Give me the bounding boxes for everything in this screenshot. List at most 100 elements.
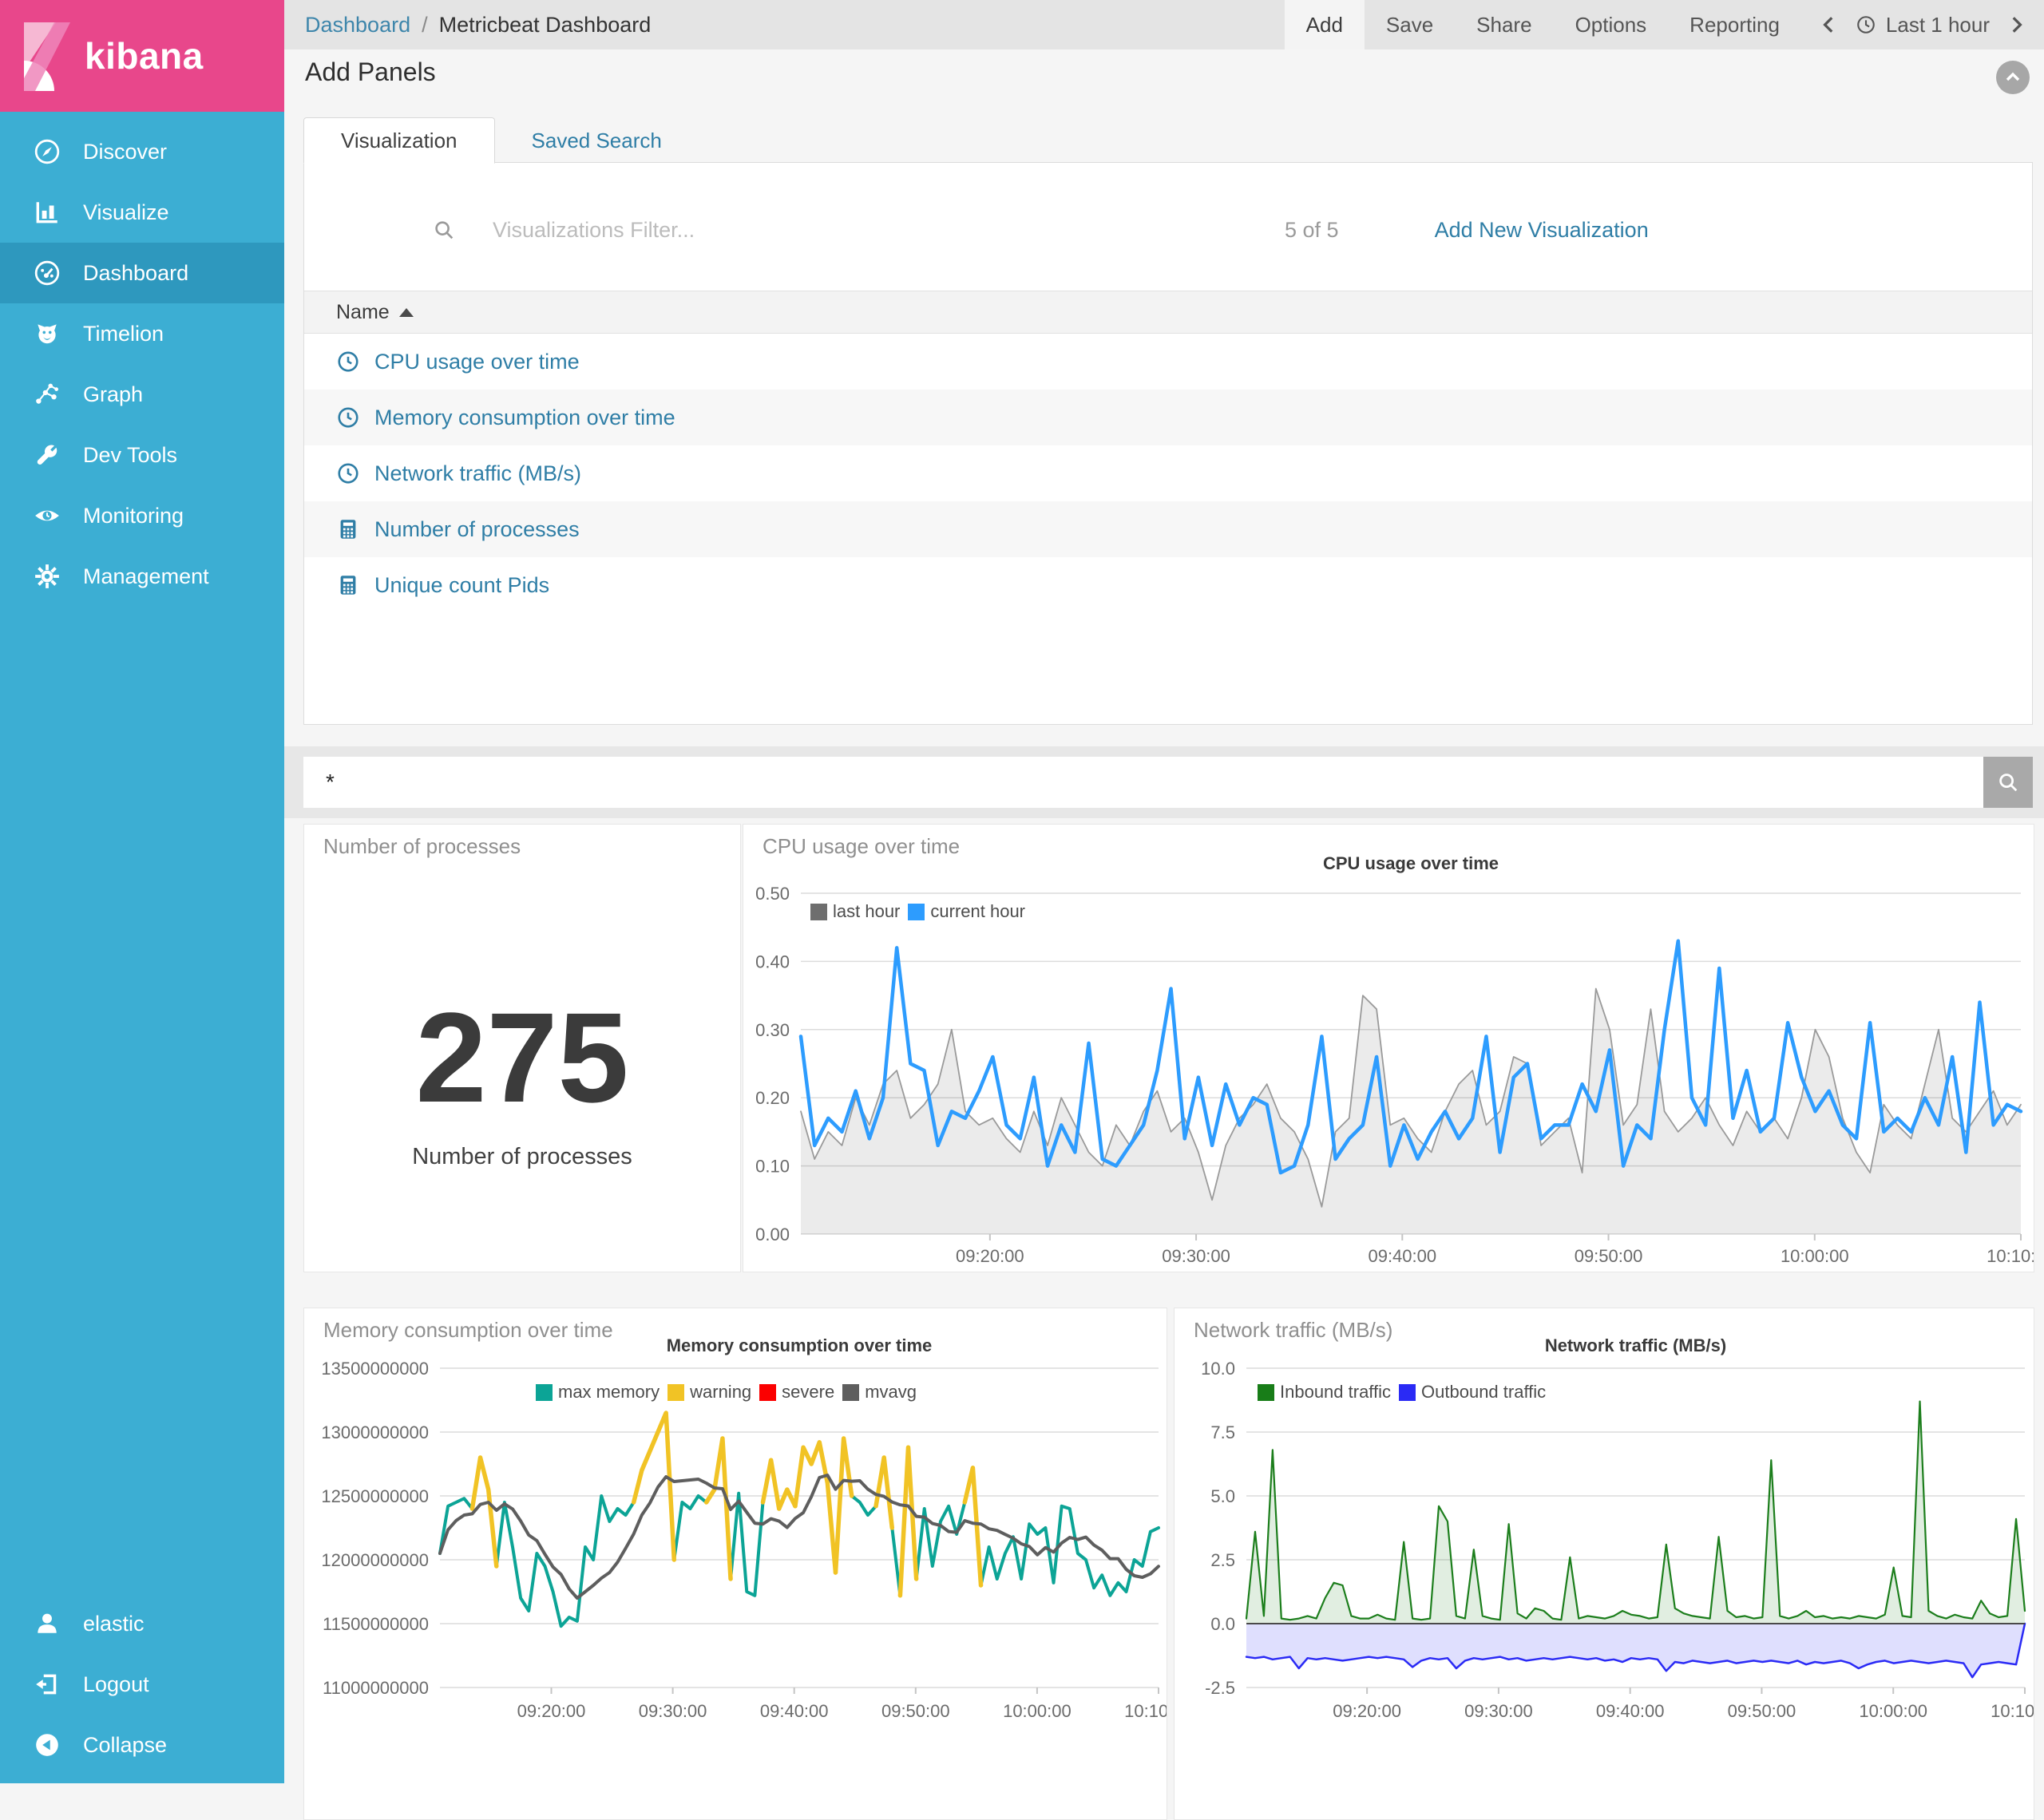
topnav-save-button[interactable]: Save	[1365, 0, 1455, 49]
sidebar-item-graph[interactable]: Graph	[0, 364, 284, 425]
svg-text:10:10:00: 10:10:00	[1987, 1246, 2034, 1266]
calculator-icon	[336, 573, 360, 597]
sidebar-item-label: elastic	[83, 1612, 145, 1636]
network-legend: Inbound traffic Outbound traffic	[1258, 1382, 1554, 1403]
breadcrumb-dashboard[interactable]: Dashboard	[305, 13, 410, 38]
svg-text:09:30:00: 09:30:00	[1162, 1246, 1230, 1266]
topnav-options-button[interactable]: Options	[1554, 0, 1669, 49]
add-new-visualization-link[interactable]: Add New Visualization	[1435, 218, 1649, 243]
sort-ascending-icon	[399, 308, 414, 317]
sidebar-item-collapse[interactable]: Collapse	[0, 1715, 284, 1775]
sidebar-item-visualize[interactable]: Visualize	[0, 182, 284, 243]
svg-text:10.0: 10.0	[1201, 1359, 1235, 1379]
visualization-count: 5 of 5	[1285, 218, 1339, 243]
collapse-panel-button[interactable]	[1996, 61, 2030, 94]
sidebar-item-logout[interactable]: Logout	[0, 1654, 284, 1715]
visualization-list-item[interactable]: CPU usage over time	[304, 334, 2032, 390]
page-title: Add Panels	[305, 57, 436, 87]
sidebar-item-label: Logout	[83, 1672, 149, 1697]
sidebar-item-monitoring[interactable]: Monitoring	[0, 485, 284, 546]
memory-legend: max memory warning severe mvavg	[536, 1382, 925, 1403]
svg-text:0.0: 0.0	[1210, 1614, 1235, 1634]
svg-text:09:30:00: 09:30:00	[1464, 1701, 1533, 1721]
topnav-add-button[interactable]: Add	[1285, 0, 1365, 49]
legend-label: mvavg	[865, 1382, 917, 1403]
legend-item: warning	[667, 1382, 751, 1403]
panel-number-of-processes: Number of processes 275 Number of proces…	[303, 824, 741, 1272]
sidebar-item-dashboard[interactable]: Dashboard	[0, 243, 284, 303]
query-search-button[interactable]	[1983, 757, 2033, 808]
sidebar-item-label: Management	[83, 564, 209, 589]
eye-icon	[34, 502, 61, 529]
sidebar-item-management[interactable]: Management	[0, 546, 284, 607]
legend-item: last hour	[810, 901, 900, 922]
svg-text:13000000000: 13000000000	[321, 1422, 429, 1442]
svg-text:12000000000: 12000000000	[321, 1550, 429, 1570]
user-icon	[34, 1610, 61, 1637]
visualization-link[interactable]: Memory consumption over time	[374, 406, 675, 430]
time-picker: Last 1 hour	[1801, 0, 2044, 49]
tab-saved-search[interactable]: Saved Search	[495, 118, 699, 163]
sidebar-item-label: Dashboard	[83, 261, 188, 286]
sidebar-item-label: Monitoring	[83, 504, 184, 528]
sidebar-item-timelion[interactable]: Timelion	[0, 303, 284, 364]
sidebar-item-label: Timelion	[83, 322, 164, 346]
legend-item: mvavg	[842, 1382, 917, 1403]
visualization-list-item[interactable]: Network traffic (MB/s)	[304, 445, 2032, 501]
visualization-link[interactable]: CPU usage over time	[374, 350, 580, 374]
svg-text:0.30: 0.30	[755, 1020, 790, 1040]
timelion-icon	[34, 320, 61, 347]
svg-text:09:50:00: 09:50:00	[1728, 1701, 1796, 1721]
legend-label: Inbound traffic	[1280, 1382, 1391, 1403]
visualization-list-item[interactable]: Unique count Pids	[304, 557, 2032, 613]
topnav-reporting-button[interactable]: Reporting	[1668, 0, 1801, 49]
svg-text:2.5: 2.5	[1210, 1550, 1235, 1570]
legend-label: max memory	[558, 1382, 660, 1403]
list-header[interactable]: Name	[304, 291, 2032, 334]
time-back-button[interactable]	[1816, 0, 1843, 49]
add-panels-card: VisualizationSaved Search 5 of 5 Add New…	[303, 117, 2033, 725]
visualization-link[interactable]: Network traffic (MB/s)	[374, 461, 581, 486]
legend-label: severe	[782, 1382, 834, 1403]
svg-text:10:00:00: 10:00:00	[1859, 1701, 1927, 1721]
visualizations-filter-input[interactable]	[491, 217, 1229, 243]
legend-swatch	[536, 1384, 553, 1401]
compass-icon	[34, 138, 61, 165]
main-area: Dashboard / Metricbeat Dashboard AddSave…	[284, 0, 2044, 1783]
query-input[interactable]	[303, 757, 1983, 808]
legend-item: current hour	[908, 901, 1025, 922]
visualization-link[interactable]: Unique count Pids	[374, 573, 549, 598]
svg-text:10:00:00: 10:00:00	[1781, 1246, 1849, 1266]
topnav-share-button[interactable]: Share	[1455, 0, 1553, 49]
sidebar-item-discover[interactable]: Discover	[0, 121, 284, 182]
visualization-list-item[interactable]: Memory consumption over time	[304, 390, 2032, 445]
sidebar-item-elastic[interactable]: elastic	[0, 1593, 284, 1654]
clock-icon	[336, 350, 360, 374]
time-forward-button[interactable]	[2002, 0, 2030, 49]
visualization-link[interactable]: Number of processes	[374, 517, 580, 542]
breadcrumb-current: Metricbeat Dashboard	[439, 13, 652, 38]
sidebar-item-label: Graph	[83, 382, 143, 407]
cpu-legend: last hour current hour	[810, 901, 1033, 922]
svg-text:10:10:00: 10:10:00	[1991, 1701, 2034, 1721]
kibana-logo[interactable]: kibana	[0, 0, 284, 112]
sidebar-item-label: Collapse	[83, 1733, 167, 1758]
bar-chart-icon	[34, 199, 61, 226]
visualization-list-item[interactable]: Number of processes	[304, 501, 2032, 557]
breadcrumb-separator: /	[422, 13, 428, 38]
legend-item: Outbound traffic	[1399, 1382, 1546, 1403]
tab-visualization[interactable]: Visualization	[303, 117, 495, 164]
filter-row: 5 of 5 Add New Visualization	[432, 212, 2032, 247]
sidebar-item-dev-tools[interactable]: Dev Tools	[0, 425, 284, 485]
clock-icon	[336, 461, 360, 485]
svg-text:0.50: 0.50	[755, 884, 790, 904]
panel-network-traffic: Network traffic (MB/s) Network traffic (…	[1174, 1308, 2034, 1820]
legend-swatch	[810, 904, 827, 920]
svg-text:09:20:00: 09:20:00	[1333, 1701, 1401, 1721]
search-icon	[432, 218, 456, 242]
legend-swatch	[1258, 1384, 1274, 1401]
metric-value: 275	[304, 984, 740, 1131]
svg-text:11000000000: 11000000000	[323, 1678, 429, 1698]
svg-text:10:10:00: 10:10:00	[1124, 1701, 1167, 1721]
time-range-button[interactable]: Last 1 hour	[1856, 13, 1990, 38]
